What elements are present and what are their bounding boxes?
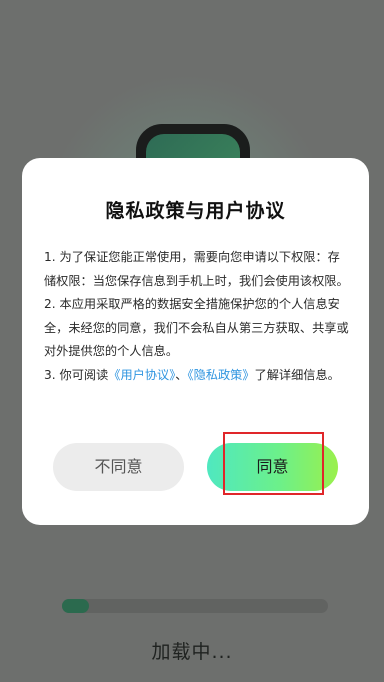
privacy-policy-link[interactable]: 《隐私政策》 <box>187 368 254 382</box>
dialog-title: 隐私政策与用户协议 <box>105 200 286 222</box>
agree-button[interactable]: 同意 <box>207 443 338 491</box>
security-paragraph: 2. 本应用采取严格的数据安全措施保护您的个人信息安全，未经您的同意，我们不会私… <box>44 297 349 359</box>
loading-progress-bar <box>62 599 328 613</box>
reading-prefix: 3. 你可阅读 <box>44 367 109 382</box>
loading-text: 加载中... <box>151 641 233 663</box>
reading-paragraph: 3. 你可阅读《用户协议》、《隐私政策》了解详细信息。 <box>44 364 349 388</box>
loading-progress-fill <box>62 599 89 613</box>
disagree-button[interactable]: 不同意 <box>53 443 184 491</box>
user-agreement-link[interactable]: 《用户协议》 <box>108 368 175 382</box>
reading-suffix: 了解详细信息。 <box>254 367 340 382</box>
permission-paragraph: 1. 为了保证您能正常使用，需要向您申请以下权限：存储权限：当您保存信息到手机上… <box>44 250 349 288</box>
link-separator: 、 <box>175 367 188 382</box>
dialog-body: 1. 为了保证您能正常使用，需要向您申请以下权限：存储权限：当您保存信息到手机上… <box>44 246 349 388</box>
privacy-dialog: 隐私政策与用户协议 1. 为了保证您能正常使用，需要向您申请以下权限：存储权限：… <box>22 158 369 525</box>
